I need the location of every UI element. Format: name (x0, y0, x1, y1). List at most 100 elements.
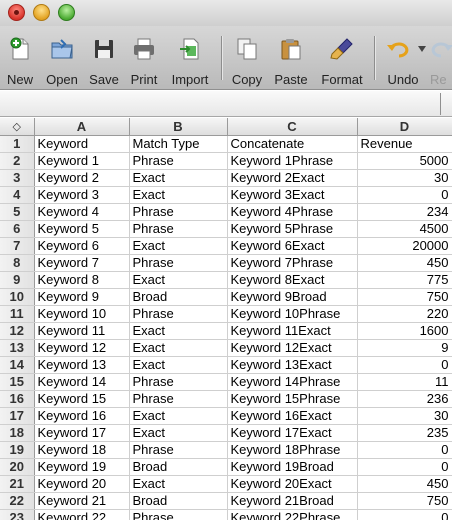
cell-revenue[interactable]: 450 (357, 254, 452, 272)
cell-keyword[interactable]: Keyword 13 (34, 356, 130, 374)
print-button[interactable]: Print (126, 32, 162, 88)
cell-concatenate[interactable]: Keyword 20Exact (227, 475, 358, 493)
cell-match-type[interactable]: Match Type (129, 135, 228, 153)
cell-concatenate[interactable]: Keyword 9Broad (227, 288, 358, 306)
row-header[interactable]: 23 (0, 509, 35, 520)
cell-revenue[interactable]: 0 (357, 458, 452, 476)
cell-revenue[interactable]: Revenue (357, 135, 452, 153)
cell-concatenate[interactable]: Keyword 14Phrase (227, 373, 358, 391)
cell-revenue[interactable]: 0 (357, 356, 452, 374)
cell-match-type[interactable]: Phrase (129, 220, 228, 238)
cell-keyword[interactable]: Keyword 19 (34, 458, 130, 476)
cell-concatenate[interactable]: Keyword 22Phrase (227, 509, 358, 520)
cell-concatenate[interactable]: Keyword 15Phrase (227, 390, 358, 408)
row-header[interactable]: 3 (0, 169, 35, 187)
row-header[interactable]: 22 (0, 492, 35, 510)
row-header[interactable]: 20 (0, 458, 35, 476)
cell-keyword[interactable]: Keyword 11 (34, 322, 130, 340)
cell-concatenate[interactable]: Concatenate (227, 135, 358, 153)
undo-dropdown-icon[interactable] (418, 46, 426, 52)
cell-keyword[interactable]: Keyword 16 (34, 407, 130, 425)
cell-keyword[interactable]: Keyword 20 (34, 475, 130, 493)
zoom-window-button[interactable] (58, 4, 75, 21)
cell-revenue[interactable]: 220 (357, 305, 452, 323)
cell-revenue[interactable]: 775 (357, 271, 452, 289)
formula-bar[interactable] (0, 91, 452, 117)
cell-match-type[interactable]: Phrase (129, 373, 228, 391)
row-header[interactable]: 11 (0, 305, 35, 323)
cell-revenue[interactable]: 30 (357, 169, 452, 187)
cell-match-type[interactable]: Exact (129, 186, 228, 204)
cell-keyword[interactable]: Keyword 3 (34, 186, 130, 204)
cell-concatenate[interactable]: Keyword 1Phrase (227, 152, 358, 170)
column-header-c[interactable]: C (227, 118, 358, 136)
cell-match-type[interactable]: Broad (129, 458, 228, 476)
cell-keyword[interactable]: Keyword 6 (34, 237, 130, 255)
cell-keyword[interactable]: Keyword 21 (34, 492, 130, 510)
cell-match-type[interactable]: Exact (129, 271, 228, 289)
row-header[interactable]: 17 (0, 407, 35, 425)
row-header[interactable]: 18 (0, 424, 35, 442)
cell-keyword[interactable]: Keyword 18 (34, 441, 130, 459)
cell-match-type[interactable]: Exact (129, 237, 228, 255)
cell-revenue[interactable]: 0 (357, 441, 452, 459)
cell-concatenate[interactable]: Keyword 6Exact (227, 237, 358, 255)
row-header[interactable]: 5 (0, 203, 35, 221)
cell-match-type[interactable]: Broad (129, 492, 228, 510)
row-header[interactable]: 16 (0, 390, 35, 408)
cell-match-type[interactable]: Exact (129, 475, 228, 493)
row-header[interactable]: 2 (0, 152, 35, 170)
cell-revenue[interactable]: 1600 (357, 322, 452, 340)
column-header-b[interactable]: B (129, 118, 228, 136)
cell-match-type[interactable]: Exact (129, 407, 228, 425)
cell-keyword[interactable]: Keyword 10 (34, 305, 130, 323)
close-window-button[interactable] (8, 4, 25, 21)
new-button[interactable]: New (2, 32, 38, 88)
cell-concatenate[interactable]: Keyword 21Broad (227, 492, 358, 510)
cell-revenue[interactable]: 750 (357, 288, 452, 306)
cell-revenue[interactable]: 236 (357, 390, 452, 408)
cell-keyword[interactable]: Keyword (34, 135, 130, 153)
row-header[interactable]: 8 (0, 254, 35, 272)
cell-keyword[interactable]: Keyword 1 (34, 152, 130, 170)
save-button[interactable]: Save (86, 32, 122, 88)
cell-revenue[interactable]: 0 (357, 186, 452, 204)
cell-concatenate[interactable]: Keyword 19Broad (227, 458, 358, 476)
cell-concatenate[interactable]: Keyword 17Exact (227, 424, 358, 442)
format-button[interactable]: Format (316, 32, 368, 88)
row-header[interactable]: 12 (0, 322, 35, 340)
row-header[interactable]: 6 (0, 220, 35, 238)
cell-revenue[interactable]: 235 (357, 424, 452, 442)
cell-revenue[interactable]: 9 (357, 339, 452, 357)
row-header[interactable]: 19 (0, 441, 35, 459)
cell-keyword[interactable]: Keyword 15 (34, 390, 130, 408)
column-header-d[interactable]: D (357, 118, 452, 136)
cell-revenue[interactable]: 30 (357, 407, 452, 425)
cell-keyword[interactable]: Keyword 14 (34, 373, 130, 391)
cell-concatenate[interactable]: Keyword 13Exact (227, 356, 358, 374)
row-header[interactable]: 9 (0, 271, 35, 289)
cell-keyword[interactable]: Keyword 2 (34, 169, 130, 187)
cell-keyword[interactable]: Keyword 5 (34, 220, 130, 238)
cell-match-type[interactable]: Phrase (129, 441, 228, 459)
paste-button[interactable]: Paste (271, 32, 311, 88)
cell-concatenate[interactable]: Keyword 10Phrase (227, 305, 358, 323)
cell-concatenate[interactable]: Keyword 11Exact (227, 322, 358, 340)
redo-button[interactable]: Re (430, 32, 452, 88)
cell-concatenate[interactable]: Keyword 8Exact (227, 271, 358, 289)
cell-match-type[interactable]: Exact (129, 322, 228, 340)
open-button[interactable]: Open (42, 32, 82, 88)
row-header[interactable]: 1 (0, 135, 35, 153)
row-header[interactable]: 21 (0, 475, 35, 493)
cell-revenue[interactable]: 20000 (357, 237, 452, 255)
row-header[interactable]: 14 (0, 356, 35, 374)
cell-concatenate[interactable]: Keyword 18Phrase (227, 441, 358, 459)
cell-keyword[interactable]: Keyword 4 (34, 203, 130, 221)
row-header[interactable]: 13 (0, 339, 35, 357)
copy-button[interactable]: Copy (228, 32, 266, 88)
cell-match-type[interactable]: Phrase (129, 203, 228, 221)
cell-match-type[interactable]: Phrase (129, 152, 228, 170)
cell-concatenate[interactable]: Keyword 5Phrase (227, 220, 358, 238)
cell-concatenate[interactable]: Keyword 3Exact (227, 186, 358, 204)
cell-match-type[interactable]: Exact (129, 169, 228, 187)
